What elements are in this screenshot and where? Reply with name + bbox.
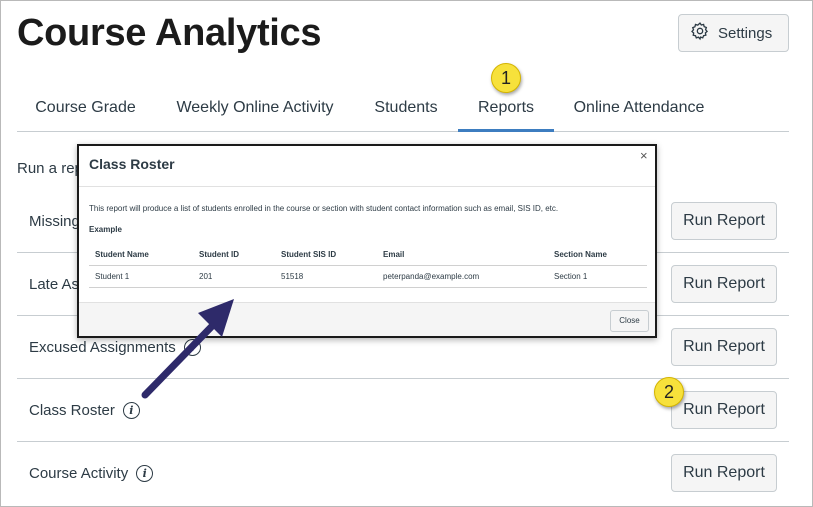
run-report-button[interactable]: Run Report xyxy=(671,454,777,492)
callout-badge-2: 2 xyxy=(654,377,684,407)
table-cell: peterpanda@example.com xyxy=(383,272,480,281)
run-report-button[interactable]: Run Report xyxy=(671,328,777,366)
report-label: Excused Assignments xyxy=(29,339,176,356)
table-cell: Student 1 xyxy=(95,272,130,281)
tab-weekly-online-activity[interactable]: Weekly Online Activity xyxy=(169,88,341,132)
modal-description: This report will produce a list of stude… xyxy=(89,204,559,213)
run-report-button[interactable]: Run Report xyxy=(671,391,777,429)
callout-badge-1: 1 xyxy=(491,63,521,93)
column-header: Email xyxy=(383,250,405,259)
table-cell: 201 xyxy=(199,272,213,281)
example-table: Student Name Student ID Student SIS ID E… xyxy=(89,244,647,288)
table-row: Student 1 201 51518 peterpanda@example.c… xyxy=(89,266,647,288)
info-icon[interactable]: i xyxy=(183,339,201,356)
info-icon[interactable]: i xyxy=(122,402,140,419)
table-header-row: Student Name Student ID Student SIS ID E… xyxy=(89,244,647,266)
tab-reports[interactable]: Reports xyxy=(458,88,554,132)
settings-label: Settings xyxy=(718,24,773,42)
tab-online-attendance[interactable]: Online Attendance xyxy=(569,88,709,132)
modal-footer: Close xyxy=(79,302,655,336)
class-roster-modal: Class Roster × This report will produce … xyxy=(77,144,657,338)
column-header: Student Name xyxy=(95,250,149,259)
run-report-button[interactable]: Run Report xyxy=(671,202,777,240)
column-header: Student SIS ID xyxy=(281,250,337,259)
table-cell: Section 1 xyxy=(554,272,588,281)
report-row-course-activity: Course Activity i Run Report xyxy=(17,442,789,505)
tab-students[interactable]: Students xyxy=(366,88,446,132)
column-header: Section Name xyxy=(554,250,607,259)
gear-icon xyxy=(690,21,710,45)
close-button[interactable]: Close xyxy=(610,310,649,332)
info-icon[interactable]: i xyxy=(136,465,154,482)
reports-intro-text: Run a rep xyxy=(17,160,83,177)
report-label: Late As xyxy=(29,276,80,293)
modal-header: Class Roster × xyxy=(79,146,655,187)
column-header: Student ID xyxy=(199,250,239,259)
modal-title: Class Roster xyxy=(89,156,175,172)
example-label: Example xyxy=(89,225,122,234)
report-label: Class Roster xyxy=(29,402,115,419)
report-label: Missing xyxy=(29,213,80,230)
tab-course-grade[interactable]: Course Grade xyxy=(29,88,142,132)
report-label: Course Activity xyxy=(29,465,129,482)
table-cell: 51518 xyxy=(281,272,304,281)
tab-bar: Course Grade Weekly Online Activity Stud… xyxy=(17,88,789,132)
close-icon[interactable]: × xyxy=(640,148,648,163)
page-title: Course Analytics xyxy=(17,12,322,54)
run-report-button[interactable]: Run Report xyxy=(671,265,777,303)
settings-button[interactable]: Settings xyxy=(678,14,789,52)
